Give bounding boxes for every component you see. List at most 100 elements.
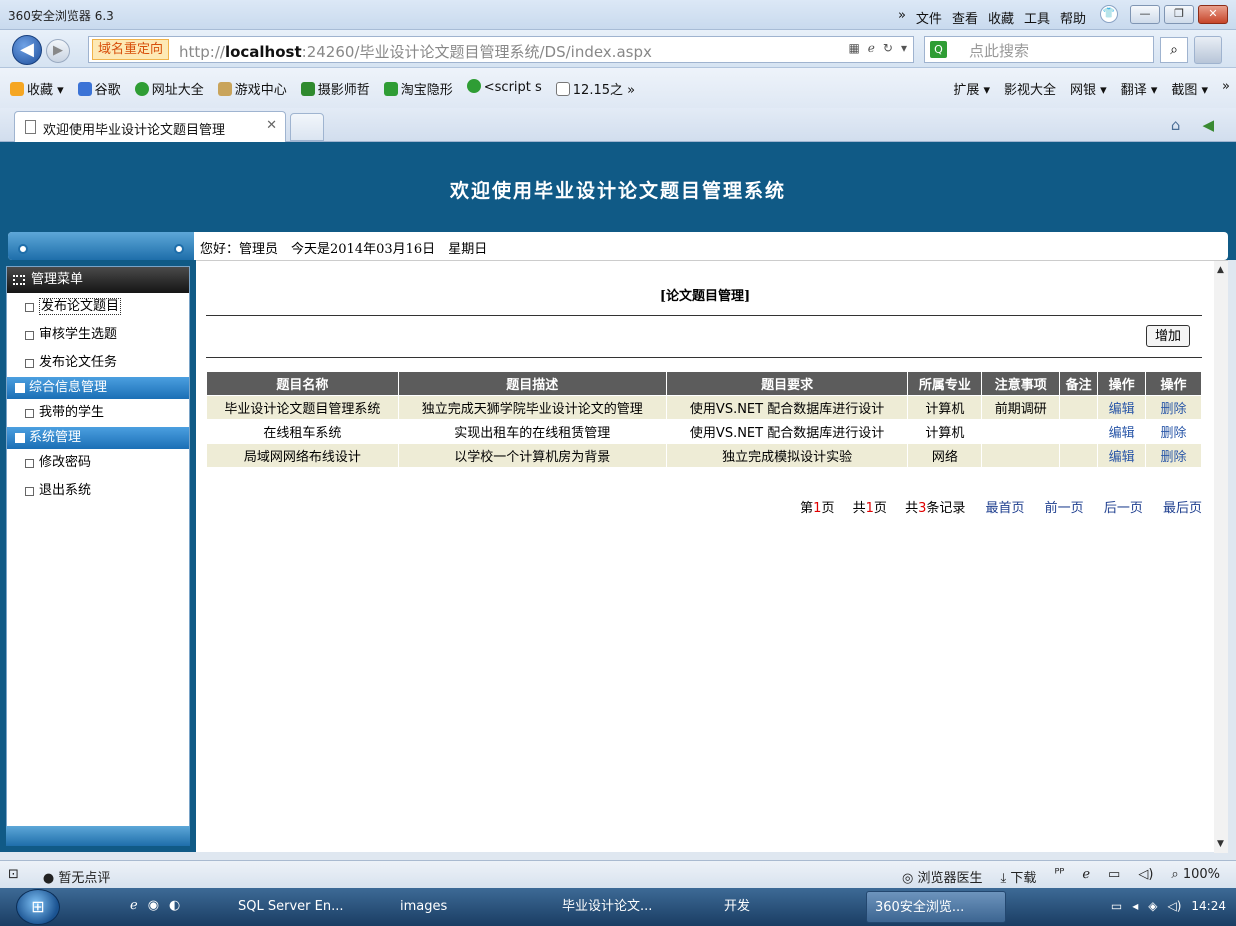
task-vs[interactable]: 毕业设计论文...: [554, 891, 704, 923]
delete-link[interactable]: 删除: [1161, 402, 1187, 417]
search-engine-icon[interactable]: Q: [930, 41, 947, 58]
360-quick-icon[interactable]: ◉: [148, 898, 159, 913]
vertical-scrollbar[interactable]: ▲ ▼: [1214, 261, 1228, 853]
browser-doctor-button[interactable]: ◎ 浏览器医生: [902, 867, 983, 886]
menu-favorites[interactable]: 收藏: [988, 8, 1014, 27]
close-window-button[interactable]: ✕: [1198, 5, 1228, 24]
edit-link[interactable]: 编辑: [1109, 450, 1135, 465]
cell-title: 毕业设计论文题目管理系统: [206, 395, 399, 420]
bank-button[interactable]: 网银 ▾: [1070, 79, 1107, 98]
download-button[interactable]: ⤓ 下载: [1001, 867, 1037, 886]
new-tab-button[interactable]: [290, 113, 324, 141]
menu-more[interactable]: »: [898, 8, 906, 27]
fav-script[interactable]: <script s: [466, 79, 542, 98]
fav-collect[interactable]: 收藏 ▾: [10, 79, 64, 98]
module-title: [论文题目管理]: [659, 289, 751, 304]
menu-view[interactable]: 查看: [952, 8, 978, 27]
bullet-icon: [25, 303, 34, 312]
clock[interactable]: 14:24: [1191, 899, 1226, 913]
tray-expand-icon[interactable]: ◂: [1132, 899, 1138, 913]
browser-app-title: 360安全浏览器 6.3: [8, 9, 114, 23]
page-indicator: 第1页: [800, 501, 835, 516]
task-dev[interactable]: 开发: [716, 891, 856, 923]
search-input[interactable]: 点此搜索: [969, 40, 1029, 61]
tab-active[interactable]: 欢迎使用毕业设计论文题目管理 ✕: [14, 111, 286, 142]
fav-taobao[interactable]: 淘宝隐形: [383, 79, 453, 98]
ie-quick-icon[interactable]: ℯ: [130, 898, 138, 913]
ie-mode-icon[interactable]: ℯ: [868, 41, 875, 55]
fav-hao[interactable]: 网址大全: [134, 79, 204, 98]
network-icon[interactable]: ◈: [1148, 899, 1157, 913]
user-avatar-icon[interactable]: [1194, 36, 1222, 64]
keyboard-icon[interactable]: ▭: [1111, 899, 1122, 913]
dropdown-icon[interactable]: ▾: [901, 41, 907, 55]
home-icon[interactable]: ⌂: [1171, 116, 1181, 134]
fav-douban[interactable]: 摄影师哲: [300, 79, 370, 98]
menu-tools[interactable]: 工具: [1024, 8, 1050, 27]
task-images[interactable]: images: [392, 891, 542, 923]
rating-button[interactable]: ● 暂无点评: [43, 867, 111, 886]
table-row: 局域网网络布线设计 以学校一个计算机房为背景 独立完成模拟设计实验 网络 编辑 …: [206, 443, 1202, 468]
back-button[interactable]: ◀: [12, 35, 42, 65]
sidebar-item-logout[interactable]: 退出系统: [7, 477, 189, 505]
sidebar-item-change-password[interactable]: 修改密码: [7, 449, 189, 477]
undo-arrow-icon[interactable]: ◀: [1202, 116, 1214, 134]
cell-desc: 独立完成天狮学院毕业设计论文的管理: [397, 395, 667, 420]
last-page-link[interactable]: 最后页: [1163, 501, 1202, 516]
media-quick-icon[interactable]: ◐: [169, 898, 180, 913]
address-bar[interactable]: 域名重定向 http://localhost:24260/毕业设计论文题目管理系…: [88, 36, 914, 63]
redirect-tag[interactable]: 域名重定向: [92, 39, 170, 60]
delete-link[interactable]: 删除: [1161, 450, 1187, 465]
sidebar-item-review-selection[interactable]: 审核学生选题: [7, 321, 189, 349]
extensions-button[interactable]: 扩展 ▾: [953, 79, 990, 98]
tab-title[interactable]: 欢迎使用毕业设计论文题目管理: [43, 119, 225, 138]
sidebar-toggle-icon[interactable]: ⊡: [8, 867, 19, 886]
search-button[interactable]: ⌕: [1160, 37, 1188, 63]
sidebar-item-my-students[interactable]: 我带的学生: [7, 399, 189, 427]
qrcode-icon[interactable]: ▦: [848, 41, 859, 55]
start-button[interactable]: ⊞: [16, 889, 60, 925]
ie-icon[interactable]: ℯ: [1082, 867, 1090, 886]
fav-1215[interactable]: 12.15之 »: [555, 79, 635, 98]
url-text[interactable]: http://localhost:24260/毕业设计论文题目管理系统/DS/i…: [179, 41, 652, 62]
refresh-icon[interactable]: ↻: [883, 41, 893, 55]
skin-icon[interactable]: 👕: [1100, 5, 1118, 23]
menu-file[interactable]: 文件: [916, 8, 942, 27]
window-icon[interactable]: ▭: [1108, 867, 1120, 886]
menu-group-system[interactable]: 系统管理: [7, 427, 189, 449]
delete-cell: 删除: [1145, 443, 1202, 468]
tab-close-icon[interactable]: ✕: [266, 118, 277, 133]
sidebar-item-publish-topic[interactable]: 发布论文题目: [7, 293, 189, 321]
maximize-button[interactable]: ❐: [1164, 5, 1194, 24]
scroll-up-icon[interactable]: ▲: [1217, 265, 1224, 275]
volume-icon[interactable]: ◁): [1167, 899, 1181, 913]
zoom-control[interactable]: ⌕ 100%: [1171, 867, 1220, 886]
sound-icon[interactable]: ◁): [1138, 867, 1153, 886]
menu-help[interactable]: 帮助: [1060, 8, 1086, 27]
fav-google[interactable]: 谷歌: [77, 79, 121, 98]
first-page-link[interactable]: 最首页: [986, 501, 1025, 516]
window-controls: 👕 — ❐ ✕: [1100, 5, 1228, 24]
delete-link[interactable]: 删除: [1161, 426, 1187, 441]
col-header: 题目描述: [397, 371, 667, 396]
menu-group-info[interactable]: 综合信息管理: [7, 377, 189, 399]
edit-link[interactable]: 编辑: [1109, 426, 1135, 441]
more-chevron[interactable]: »: [1222, 79, 1230, 98]
edit-link[interactable]: 编辑: [1109, 402, 1135, 417]
fav-games[interactable]: 游戏中心: [217, 79, 287, 98]
prev-page-link[interactable]: 前一页: [1045, 501, 1084, 516]
scroll-down-icon[interactable]: ▼: [1217, 839, 1224, 849]
p2p-icon[interactable]: ᴾᴾ: [1054, 867, 1064, 886]
add-button[interactable]: 增加: [1146, 325, 1191, 347]
minimize-button[interactable]: —: [1130, 5, 1160, 24]
video-button[interactable]: 影视大全: [1004, 79, 1056, 98]
task-browser[interactable]: 360安全浏览...: [866, 891, 1006, 923]
screenshot-button[interactable]: 截图 ▾: [1171, 79, 1208, 98]
sidebar-item-publish-task[interactable]: 发布论文任务: [7, 349, 189, 377]
divider: [206, 315, 1202, 316]
next-page-link[interactable]: 后一页: [1104, 501, 1143, 516]
task-sql-server[interactable]: SQL Server En...: [230, 891, 380, 923]
forward-button[interactable]: ▶: [46, 39, 70, 63]
translate-button[interactable]: 翻译 ▾: [1121, 79, 1158, 98]
search-box[interactable]: Q 点此搜索: [924, 36, 1154, 63]
